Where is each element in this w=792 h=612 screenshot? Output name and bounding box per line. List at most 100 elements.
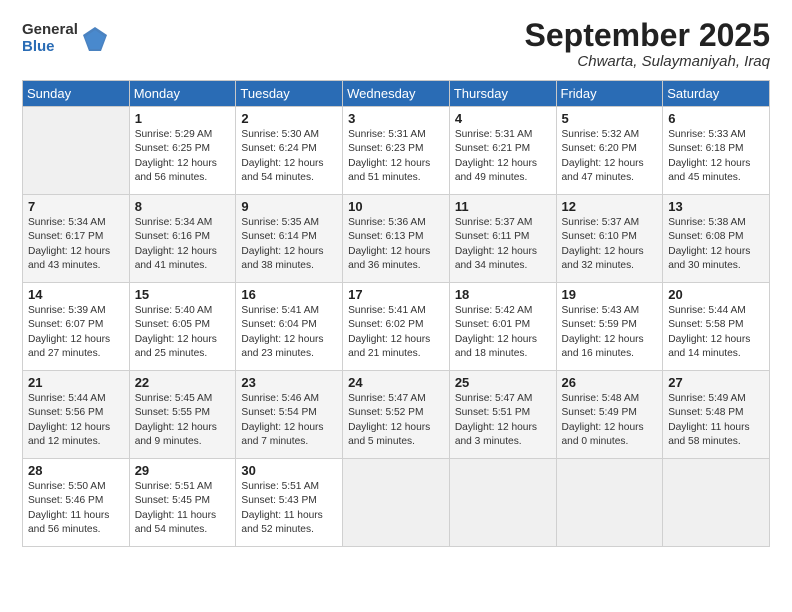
table-cell: 20 Sunrise: 5:44 AM Sunset: 5:58 PM Dayli…	[663, 283, 770, 371]
cell-date: 16	[241, 287, 337, 302]
header-row: General Blue September 2025 Chwarta, Sul…	[22, 18, 770, 70]
month-title: September 2025	[525, 18, 770, 53]
cell-date: 29	[135, 463, 231, 478]
cell-date: 12	[562, 199, 658, 214]
cell-date: 5	[562, 111, 658, 126]
calendar-header: SundayMondayTuesdayWednesdayThursdayFrid…	[23, 81, 770, 107]
week-row-3: 14Sunrise: 5:39 AM Sunset: 6:07 PM Dayli…	[23, 283, 770, 371]
cell-date: 24	[348, 375, 444, 390]
weekday-monday: Monday	[129, 81, 236, 107]
title-block: September 2025 Chwarta, Sulaymaniyah, Ir…	[525, 18, 770, 70]
weekday-saturday: Saturday	[663, 81, 770, 107]
cell-date: 3	[348, 111, 444, 126]
cell-date: 27	[668, 375, 764, 390]
cell-info: Sunrise: 5:37 AM Sunset: 6:10 PM Dayligh…	[562, 216, 658, 273]
week-row-1: 1 Sunrise: 5:29 AM Sunset: 6:25 PM Daylig…	[23, 107, 770, 195]
calendar: SundayMondayTuesdayWednesdayThursdayFrid…	[22, 80, 770, 547]
calendar-body: 1 Sunrise: 5:29 AM Sunset: 6:25 PM Daylig…	[23, 107, 770, 547]
cell-date: 17	[348, 287, 444, 302]
cell-info: Sunrise: 5:44 AM Sunset: 5:56 PM Dayligh…	[28, 392, 124, 449]
cell-date: 11	[455, 199, 551, 214]
cell-info: Sunrise: 5:51 AM Sunset: 5:45 PM Dayligh…	[135, 480, 231, 537]
table-cell: 23 Sunrise: 5:46 AM Sunset: 5:54 PM Dayli…	[236, 371, 343, 459]
cell-info: Sunrise: 5:48 AM Sunset: 5:49 PM Dayligh…	[562, 392, 658, 449]
cell-date: 7	[28, 199, 124, 214]
logo-blue: Blue	[22, 39, 78, 56]
cell-date: 18	[455, 287, 551, 302]
cell-date: 23	[241, 375, 337, 390]
cell-date: 4	[455, 111, 551, 126]
table-cell: 8Sunrise: 5:34 AM Sunset: 6:16 PM Daylig…	[129, 195, 236, 283]
logo-general: General	[22, 22, 78, 39]
cell-info: Sunrise: 5:39 AM Sunset: 6:07 PM Dayligh…	[28, 304, 124, 361]
cell-info: Sunrise: 5:41 AM Sunset: 6:02 PM Dayligh…	[348, 304, 444, 361]
cell-info: Sunrise: 5:44 AM Sunset: 5:58 PM Dayligh…	[668, 304, 764, 361]
cell-date: 21	[28, 375, 124, 390]
table-cell: 28 Sunrise: 5:50 AM Sunset: 5:46 PM Dayli…	[23, 459, 130, 547]
cell-date: 22	[135, 375, 231, 390]
location-subtitle: Chwarta, Sulaymaniyah, Iraq	[525, 53, 770, 70]
cell-info: Sunrise: 5:33 AM Sunset: 6:18 PM Dayligh…	[668, 128, 764, 185]
week-row-4: 21 Sunrise: 5:44 AM Sunset: 5:56 PM Dayli…	[23, 371, 770, 459]
table-cell: 17 Sunrise: 5:41 AM Sunset: 6:02 PM Dayli…	[343, 283, 450, 371]
cell-info: Sunrise: 5:47 AM Sunset: 5:51 PM Dayligh…	[455, 392, 551, 449]
table-cell: 3 Sunrise: 5:31 AM Sunset: 6:23 PM Daylig…	[343, 107, 450, 195]
cell-info: Sunrise: 5:51 AM Sunset: 5:43 PM Dayligh…	[241, 480, 337, 537]
table-cell: 30Sunrise: 5:51 AM Sunset: 5:43 PM Dayli…	[236, 459, 343, 547]
table-cell: 18Sunrise: 5:42 AM Sunset: 6:01 PM Dayli…	[449, 283, 556, 371]
table-cell	[663, 459, 770, 547]
cell-date: 13	[668, 199, 764, 214]
cell-info: Sunrise: 5:41 AM Sunset: 6:04 PM Dayligh…	[241, 304, 337, 361]
cell-date: 25	[455, 375, 551, 390]
weekday-thursday: Thursday	[449, 81, 556, 107]
table-cell: 4 Sunrise: 5:31 AM Sunset: 6:21 PM Daylig…	[449, 107, 556, 195]
cell-info: Sunrise: 5:29 AM Sunset: 6:25 PM Dayligh…	[135, 128, 231, 185]
table-cell: 26Sunrise: 5:48 AM Sunset: 5:49 PM Dayli…	[556, 371, 663, 459]
table-cell: 15Sunrise: 5:40 AM Sunset: 6:05 PM Dayli…	[129, 283, 236, 371]
cell-info: Sunrise: 5:47 AM Sunset: 5:52 PM Dayligh…	[348, 392, 444, 449]
logo-text: General Blue	[22, 22, 78, 55]
week-row-5: 28 Sunrise: 5:50 AM Sunset: 5:46 PM Dayli…	[23, 459, 770, 547]
cell-date: 19	[562, 287, 658, 302]
cell-info: Sunrise: 5:31 AM Sunset: 6:21 PM Dayligh…	[455, 128, 551, 185]
table-cell: 6Sunrise: 5:33 AM Sunset: 6:18 PM Daylig…	[663, 107, 770, 195]
table-cell: 24 Sunrise: 5:47 AM Sunset: 5:52 PM Dayli…	[343, 371, 450, 459]
weekday-tuesday: Tuesday	[236, 81, 343, 107]
table-cell: 9Sunrise: 5:35 AM Sunset: 6:14 PM Daylig…	[236, 195, 343, 283]
cell-date: 1	[135, 111, 231, 126]
weekday-row: SundayMondayTuesdayWednesdayThursdayFrid…	[23, 81, 770, 107]
cell-info: Sunrise: 5:30 AM Sunset: 6:24 PM Dayligh…	[241, 128, 337, 185]
logo: General Blue	[22, 22, 109, 55]
cell-info: Sunrise: 5:46 AM Sunset: 5:54 PM Dayligh…	[241, 392, 337, 449]
table-cell: 27 Sunrise: 5:49 AM Sunset: 5:48 PM Dayli…	[663, 371, 770, 459]
table-cell: 11 Sunrise: 5:37 AM Sunset: 6:11 PM Dayli…	[449, 195, 556, 283]
cell-info: Sunrise: 5:31 AM Sunset: 6:23 PM Dayligh…	[348, 128, 444, 185]
weekday-friday: Friday	[556, 81, 663, 107]
table-cell	[23, 107, 130, 195]
table-cell: 5 Sunrise: 5:32 AM Sunset: 6:20 PM Daylig…	[556, 107, 663, 195]
cell-info: Sunrise: 5:43 AM Sunset: 5:59 PM Dayligh…	[562, 304, 658, 361]
table-cell: 13 Sunrise: 5:38 AM Sunset: 6:08 PM Dayli…	[663, 195, 770, 283]
cell-info: Sunrise: 5:32 AM Sunset: 6:20 PM Dayligh…	[562, 128, 658, 185]
cell-info: Sunrise: 5:38 AM Sunset: 6:08 PM Dayligh…	[668, 216, 764, 273]
table-cell: 22Sunrise: 5:45 AM Sunset: 5:55 PM Dayli…	[129, 371, 236, 459]
cell-info: Sunrise: 5:50 AM Sunset: 5:46 PM Dayligh…	[28, 480, 124, 537]
table-cell: 25 Sunrise: 5:47 AM Sunset: 5:51 PM Dayli…	[449, 371, 556, 459]
cell-date: 2	[241, 111, 337, 126]
table-cell: 10 Sunrise: 5:36 AM Sunset: 6:13 PM Dayli…	[343, 195, 450, 283]
cell-date: 28	[28, 463, 124, 478]
cell-info: Sunrise: 5:36 AM Sunset: 6:13 PM Dayligh…	[348, 216, 444, 273]
table-cell: 2 Sunrise: 5:30 AM Sunset: 6:24 PM Daylig…	[236, 107, 343, 195]
cell-date: 10	[348, 199, 444, 214]
table-cell	[556, 459, 663, 547]
week-row-2: 7 Sunrise: 5:34 AM Sunset: 6:17 PM Daylig…	[23, 195, 770, 283]
logo-icon	[81, 25, 109, 53]
table-cell: 29 Sunrise: 5:51 AM Sunset: 5:45 PM Dayli…	[129, 459, 236, 547]
cell-info: Sunrise: 5:34 AM Sunset: 6:17 PM Dayligh…	[28, 216, 124, 273]
cell-date: 15	[135, 287, 231, 302]
cell-info: Sunrise: 5:49 AM Sunset: 5:48 PM Dayligh…	[668, 392, 764, 449]
cell-info: Sunrise: 5:37 AM Sunset: 6:11 PM Dayligh…	[455, 216, 551, 273]
cell-date: 9	[241, 199, 337, 214]
table-cell: 19 Sunrise: 5:43 AM Sunset: 5:59 PM Dayli…	[556, 283, 663, 371]
cell-date: 20	[668, 287, 764, 302]
